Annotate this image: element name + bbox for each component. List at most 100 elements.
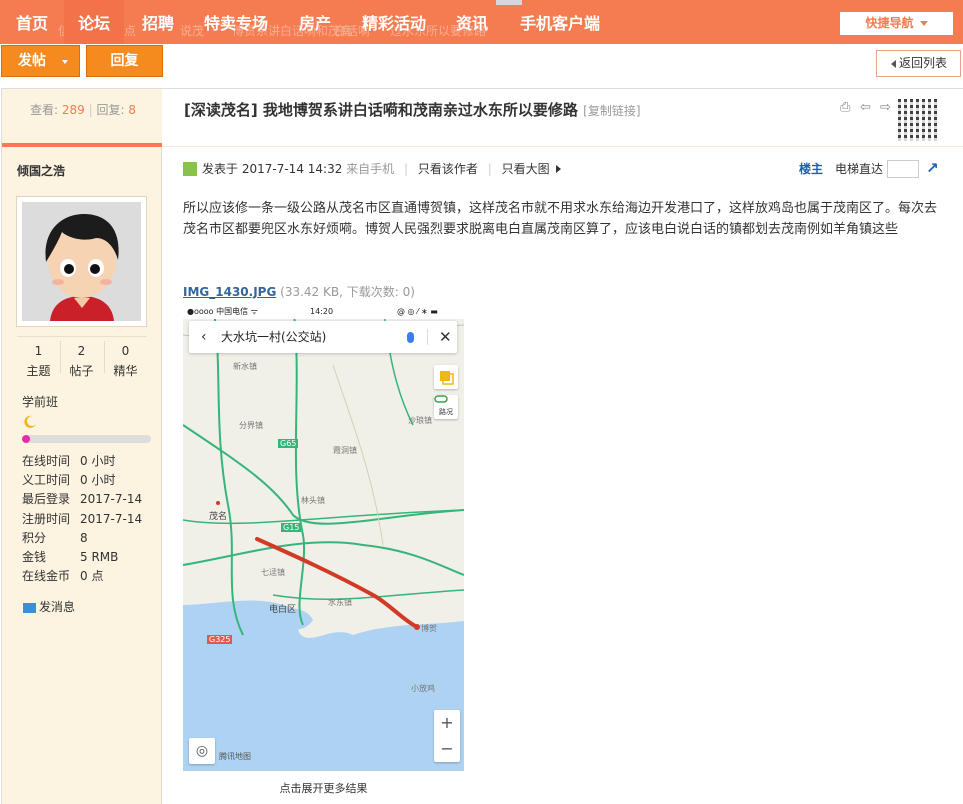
replies-count: 8	[128, 103, 136, 117]
go-icon[interactable]: ↗	[926, 159, 940, 177]
back-to-list-button[interactable]: 返回列表	[876, 50, 961, 77]
expand-more-link[interactable]: 点击展开更多结果	[183, 780, 464, 796]
nav-tab-property[interactable]: 房产	[299, 0, 331, 44]
phone-status-bar: ●oooo 中国电信 ᯤ 14:20 @ ◎ ⁄ ∗ ▬	[183, 305, 464, 319]
map-label: 林头镇	[301, 496, 325, 505]
close-icon: ✕	[439, 328, 452, 346]
author-info: 在线时间 0 小时 义工时间 0 小时 最后登录 2017-7-14 注册时间 2017…	[22, 452, 142, 586]
views-count: 289	[61, 103, 85, 117]
count-threads[interactable]: 1 主题	[17, 337, 60, 379]
count-digest-label: 精华	[113, 364, 138, 378]
map-brand: 腾讯地图	[219, 752, 251, 761]
chevron-down-icon	[62, 60, 68, 64]
map-label: 博贺	[421, 624, 437, 633]
back-to-list-label: 返回列表	[899, 56, 948, 70]
qr-code-icon[interactable]	[898, 99, 940, 141]
map-label: G325	[207, 635, 233, 644]
level-progress-fill	[22, 435, 30, 443]
nav-tab-events[interactable]: 精彩活动	[362, 0, 426, 44]
nav-tab-forum[interactable]: 论坛	[64, 0, 125, 44]
posted-label: 发表于	[202, 162, 239, 176]
author-name[interactable]: 倾国之浩	[17, 162, 65, 179]
elevator-label: 电梯直达	[835, 162, 884, 176]
title-actions: ⎙ ⇦ ⇨	[840, 101, 896, 117]
copy-link[interactable]: [复制链接]	[583, 104, 640, 118]
nav-notch	[496, 0, 522, 5]
divider	[427, 329, 428, 345]
post-title-text: [深读茂名] 我地博贺系讲白话嗬和茂南亲过水东所以要修路	[184, 101, 578, 119]
moon-icon	[24, 415, 36, 428]
quick-nav-button[interactable]: 快捷导航	[840, 12, 953, 35]
nav-tab-jobs[interactable]: 招聘	[142, 0, 174, 44]
traffic-button: 路况	[434, 395, 458, 419]
info-row: 最后登录 2017-7-14	[22, 492, 143, 507]
attachment-meta: (33.42 KB, 下载次数: 0)	[280, 285, 415, 299]
map-label: 新水镇	[233, 362, 257, 371]
status-icons: @ ◎ ⁄ ∗ ▬	[397, 307, 438, 316]
map-label: 小放鸡	[411, 684, 435, 693]
reply-button[interactable]: 回复	[86, 45, 163, 77]
print-icon[interactable]: ⎙	[840, 101, 854, 115]
attachment-link[interactable]: IMG_1430.JPG	[183, 285, 276, 299]
attachment-info: IMG_1430.JPG (33.42 KB, 下载次数: 0)	[183, 284, 415, 300]
map-search-value: 大水坑一村(公交站)	[221, 330, 327, 344]
author-counts: 1 主题 2 帖子 0 精华	[17, 336, 147, 378]
post-title: [深读茂名] 我地博贺系讲白话嗬和茂南亲过水东所以要修路 [复制链接]	[184, 99, 641, 120]
arrow-right-icon[interactable]: ⇨	[880, 101, 894, 115]
layers-icon	[434, 365, 458, 389]
level-progress-bar	[22, 435, 151, 443]
top-nav: 信 热点 说茂 博贺系讲白话嗬和茂南 白话嗬 过水东所以要修路 首页 论坛 招聘…	[0, 0, 963, 44]
user-level[interactable]: 学前班	[22, 393, 58, 410]
status-carrier: ●oooo 中国电信 ᯤ	[187, 307, 258, 316]
post-body: 所以应该修一条一级公路从茂名市区直通博贺镇，这样茂名市就不用求水东给海边开发港口…	[183, 201, 938, 237]
user-online-icon	[183, 162, 197, 176]
nav-tab-mobile[interactable]: 手机客户端	[520, 0, 600, 44]
zoom-in-icon: +	[440, 713, 454, 732]
count-digest-value: 0	[121, 344, 130, 358]
views-label: 查看:	[30, 103, 59, 117]
map-canvas	[183, 305, 464, 771]
traffic-label: 路况	[439, 408, 453, 416]
only-author-link[interactable]: 只看该作者	[418, 162, 478, 176]
nav-tab-sale[interactable]: 特卖专场	[204, 0, 268, 44]
chevron-left-icon: ‹	[201, 329, 207, 345]
count-posts[interactable]: 2 帖子	[60, 337, 103, 379]
send-message-label: 发消息	[39, 600, 76, 614]
count-posts-value: 2	[77, 344, 86, 358]
arrow-left-icon[interactable]: ⇦	[860, 101, 874, 115]
zoom-control: + −	[434, 710, 460, 762]
replies-label: 回复:	[96, 103, 125, 117]
chevron-left-icon	[891, 60, 896, 68]
info-row: 在线金币 0 点	[22, 569, 104, 584]
nav-tab-home[interactable]: 首页	[16, 0, 48, 44]
chevron-down-icon	[919, 21, 928, 26]
count-posts-label: 帖子	[69, 364, 94, 378]
send-message-link[interactable]: 发消息	[23, 598, 75, 615]
map-label: 水东镇	[328, 598, 352, 607]
map-label: G15	[281, 523, 302, 532]
map-label: 电白区	[269, 605, 297, 615]
new-post-button[interactable]: 发帖	[1, 45, 80, 77]
map-label: 茂名	[209, 512, 228, 522]
map-label: G65	[278, 439, 299, 448]
avatar[interactable]	[16, 196, 147, 327]
envelope-icon	[23, 602, 36, 613]
info-row: 在线时间 0 小时	[22, 454, 116, 468]
play-icon	[555, 165, 561, 173]
map-search-box: ‹ 大水坑一村(公交站) ✕	[189, 321, 457, 353]
floor-jump-input[interactable]	[887, 160, 919, 178]
count-threads-value: 1	[34, 344, 43, 358]
post-source: 来自手机	[346, 162, 395, 176]
avatar-image	[22, 202, 141, 321]
attachment-image[interactable]: ●oooo 中国电信 ᯤ 14:20 @ ◎ ⁄ ∗ ▬ ‹ 大水坑一村(公交站…	[183, 305, 464, 771]
count-digest[interactable]: 0 精华	[104, 337, 147, 379]
info-row: 金钱 5 RMB	[22, 549, 119, 564]
traffic-icon	[434, 395, 448, 403]
ghost-text: 说茂	[180, 24, 205, 38]
big-image-link[interactable]: 只看大图	[502, 162, 550, 176]
locate-icon: ◎	[189, 738, 215, 764]
nav-tab-news[interactable]: 资讯	[456, 0, 488, 44]
floor-label: 楼主	[799, 162, 824, 176]
microphone-icon	[407, 332, 414, 343]
thread-stats: 查看: 289 | 回复: 8	[2, 89, 162, 147]
